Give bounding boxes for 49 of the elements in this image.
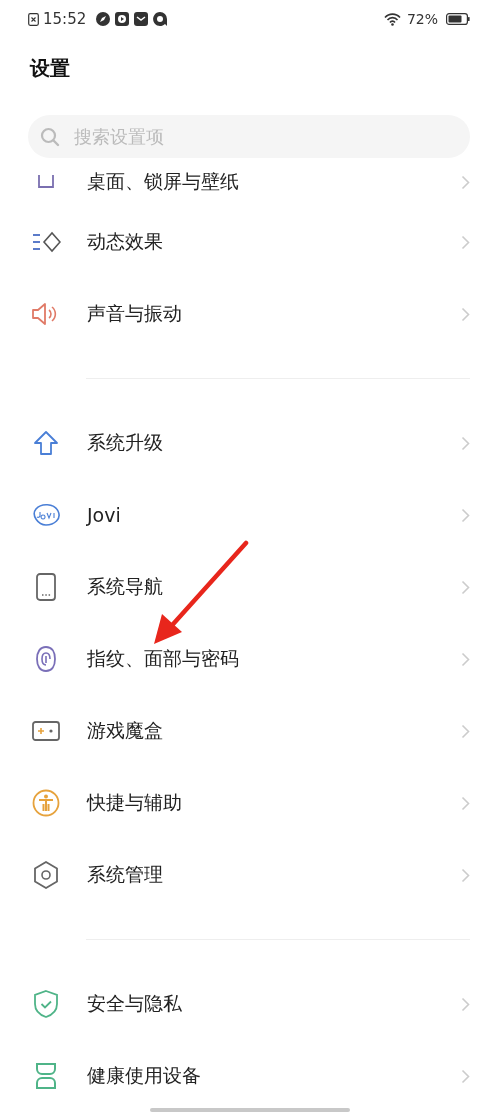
diamond-icon — [31, 230, 61, 254]
fingerprint-icon — [35, 645, 57, 673]
chevron-icon — [461, 996, 470, 1012]
chevron-icon — [461, 579, 470, 595]
gamepad-icon — [32, 721, 60, 741]
settings-item[interactable]: 指纹、面部与密码 — [0, 623, 500, 695]
up-arrow-icon — [33, 430, 59, 456]
frame-icon — [35, 175, 57, 189]
settings-item[interactable]: 游戏魔盒 — [0, 695, 500, 767]
settings-item[interactable]: 快捷与辅助 — [0, 767, 500, 839]
settings-item[interactable]: Jovi — [0, 479, 500, 551]
compass-icon — [96, 12, 111, 26]
battery-icon — [446, 13, 470, 25]
settings-item[interactable]: 声音与振动 — [0, 278, 500, 350]
settings-item[interactable]: 安全与隐私 — [0, 968, 500, 1040]
person-icon — [32, 789, 60, 817]
status-time: 15:52 — [43, 10, 87, 28]
file-icon — [28, 12, 39, 26]
play-icon — [115, 12, 130, 26]
page-title: 设置 — [28, 55, 71, 82]
settings-item[interactable]: 桌面、锁屏与壁纸 — [0, 158, 500, 206]
settings-item[interactable]: 健康使用设备 — [0, 1040, 500, 1112]
search-icon — [40, 126, 60, 147]
mail-icon — [134, 12, 149, 26]
chevron-icon — [461, 234, 470, 250]
hexagon-icon — [33, 861, 59, 889]
hourglass-icon — [35, 1062, 57, 1090]
chevron-icon — [461, 435, 470, 451]
search-bar[interactable]: 搜索设置项 — [28, 115, 470, 158]
battery-percent: 72% — [406, 11, 438, 27]
phone-icon — [36, 573, 56, 601]
wifi-icon — [383, 12, 401, 26]
chevron-icon — [461, 867, 470, 883]
home-indicator[interactable] — [150, 1108, 350, 1112]
chevron-icon — [461, 306, 470, 322]
chevron-icon — [461, 174, 470, 190]
chat-icon — [153, 12, 168, 26]
chevron-icon — [461, 507, 470, 523]
search-input[interactable]: 搜索设置项 — [72, 125, 458, 148]
chevron-icon — [461, 1068, 470, 1084]
chevron-icon — [461, 795, 470, 811]
chevron-icon — [461, 723, 470, 739]
chevron-icon — [461, 651, 470, 667]
settings-item[interactable]: 系统升级 — [0, 407, 500, 479]
settings-item[interactable]: 系统管理 — [0, 839, 500, 911]
settings-item[interactable]: 动态效果 — [0, 206, 500, 278]
shield-icon — [33, 990, 59, 1018]
settings-item[interactable]: 系统导航 — [0, 551, 500, 623]
blob-icon — [32, 503, 60, 527]
